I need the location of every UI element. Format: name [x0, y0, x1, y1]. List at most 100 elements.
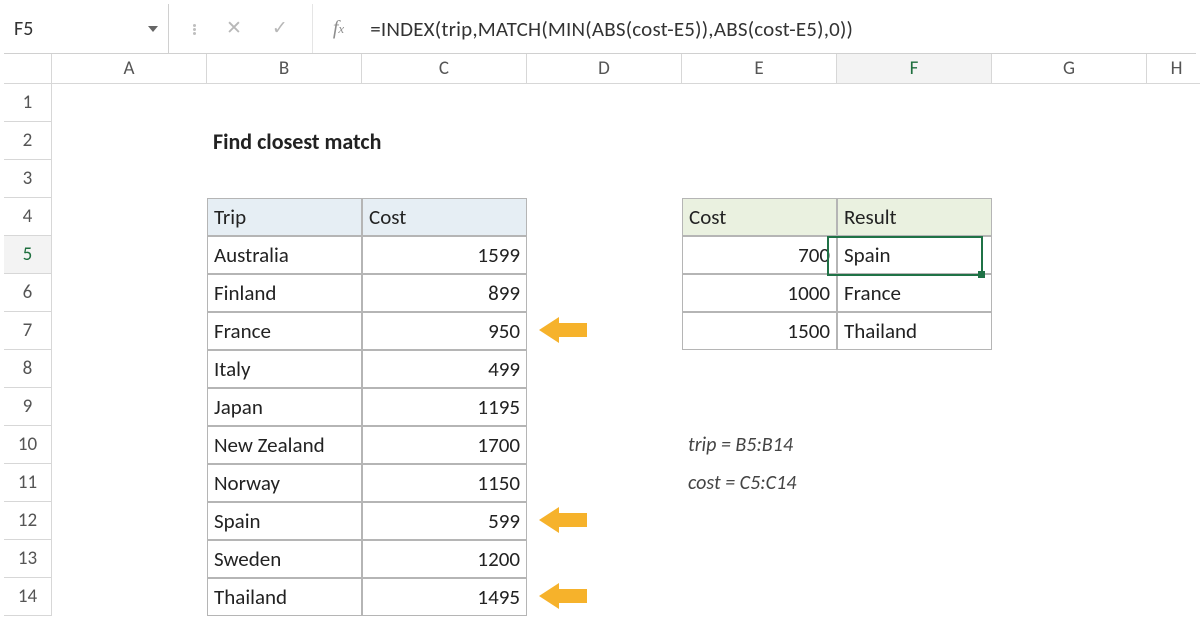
cell-D2[interactable]: [527, 122, 682, 160]
cell-E12[interactable]: [682, 502, 837, 540]
cell-D14[interactable]: [527, 578, 682, 616]
cell-A1[interactable]: [52, 84, 207, 122]
cell-H6[interactable]: [1147, 274, 1200, 312]
cell-A2[interactable]: [52, 122, 207, 160]
cell-C1[interactable]: [362, 84, 527, 122]
cell-H11[interactable]: [1147, 464, 1200, 502]
cell-H4[interactable]: [1147, 198, 1200, 236]
cell-H12[interactable]: [1147, 502, 1200, 540]
cell-G9[interactable]: [992, 388, 1147, 426]
cell-B6[interactable]: Finland: [207, 274, 362, 312]
cell-G12[interactable]: [992, 502, 1147, 540]
cell-G13[interactable]: [992, 540, 1147, 578]
col-header-C[interactable]: C: [362, 54, 527, 84]
cell-F12[interactable]: [837, 502, 992, 540]
cell-B2[interactable]: Find closest match: [207, 122, 362, 160]
cell-B7[interactable]: France: [207, 312, 362, 350]
cell-B5[interactable]: Australia: [207, 236, 362, 274]
cell-H7[interactable]: [1147, 312, 1200, 350]
row-header-13[interactable]: 13: [4, 540, 52, 578]
cell-E3[interactable]: [682, 160, 837, 198]
cell-C11[interactable]: 1150: [362, 464, 527, 502]
cell-E6[interactable]: 1000: [682, 274, 837, 312]
cell-F14[interactable]: [837, 578, 992, 616]
select-all-corner[interactable]: [4, 54, 52, 84]
cell-H1[interactable]: [1147, 84, 1200, 122]
cell-C9[interactable]: 1195: [362, 388, 527, 426]
cell-D3[interactable]: [527, 160, 682, 198]
cell-E11[interactable]: cost = C5:C14: [682, 464, 837, 502]
cell-E10[interactable]: trip = B5:B14: [682, 426, 837, 464]
name-box[interactable]: F5: [4, 4, 169, 53]
col-header-E[interactable]: E: [682, 54, 837, 84]
cell-G11[interactable]: [992, 464, 1147, 502]
cell-D5[interactable]: [527, 236, 682, 274]
cell-E5[interactable]: 700: [682, 236, 837, 274]
cell-D6[interactable]: [527, 274, 682, 312]
cell-C6[interactable]: 899: [362, 274, 527, 312]
col-header-B[interactable]: B: [207, 54, 362, 84]
cell-F10[interactable]: [837, 426, 992, 464]
cell-F11[interactable]: [837, 464, 992, 502]
cell-F2[interactable]: [837, 122, 992, 160]
cell-F9[interactable]: [837, 388, 992, 426]
cell-D11[interactable]: [527, 464, 682, 502]
cell-G8[interactable]: [992, 350, 1147, 388]
row-header-6[interactable]: 6: [4, 274, 52, 312]
row-header-2[interactable]: 2: [4, 122, 52, 160]
row-header-14[interactable]: 14: [4, 578, 52, 616]
cell-A8[interactable]: [52, 350, 207, 388]
cell-F13[interactable]: [837, 540, 992, 578]
row-header-11[interactable]: 11: [4, 464, 52, 502]
cell-G6[interactable]: [992, 274, 1147, 312]
cancel-icon[interactable]: ✕: [226, 17, 242, 40]
cell-C3[interactable]: [362, 160, 527, 198]
confirm-icon[interactable]: ✓: [272, 17, 288, 40]
cell-A11[interactable]: [52, 464, 207, 502]
cell-A12[interactable]: [52, 502, 207, 540]
cell-F1[interactable]: [837, 84, 992, 122]
cell-G1[interactable]: [992, 84, 1147, 122]
cell-H8[interactable]: [1147, 350, 1200, 388]
cell-B4[interactable]: Trip: [207, 198, 362, 236]
cell-B9[interactable]: Japan: [207, 388, 362, 426]
cell-H10[interactable]: [1147, 426, 1200, 464]
cell-F7[interactable]: Thailand: [837, 312, 992, 350]
cell-A5[interactable]: [52, 236, 207, 274]
cell-H3[interactable]: [1147, 160, 1200, 198]
cell-F6[interactable]: France: [837, 274, 992, 312]
cell-C14[interactable]: 1495: [362, 578, 527, 616]
cell-G2[interactable]: [992, 122, 1147, 160]
cell-C7[interactable]: 950: [362, 312, 527, 350]
cell-E1[interactable]: [682, 84, 837, 122]
row-header-3[interactable]: 3: [4, 160, 52, 198]
drag-handle-icon[interactable]: [193, 22, 196, 35]
cell-F8[interactable]: [837, 350, 992, 388]
cell-B13[interactable]: Sweden: [207, 540, 362, 578]
cell-D12[interactable]: [527, 502, 682, 540]
cell-H14[interactable]: [1147, 578, 1200, 616]
cell-B10[interactable]: New Zealand: [207, 426, 362, 464]
cell-G5[interactable]: [992, 236, 1147, 274]
cell-A3[interactable]: [52, 160, 207, 198]
row-header-7[interactable]: 7: [4, 312, 52, 350]
cell-A4[interactable]: [52, 198, 207, 236]
cell-H2[interactable]: [1147, 122, 1200, 160]
cell-D10[interactable]: [527, 426, 682, 464]
fx-icon[interactable]: fx: [313, 4, 360, 53]
row-header-5[interactable]: 5: [4, 236, 52, 274]
cell-C13[interactable]: 1200: [362, 540, 527, 578]
cell-D7[interactable]: [527, 312, 682, 350]
cell-A6[interactable]: [52, 274, 207, 312]
row-header-8[interactable]: 8: [4, 350, 52, 388]
cell-C10[interactable]: 1700: [362, 426, 527, 464]
cell-B3[interactable]: [207, 160, 362, 198]
cell-C4[interactable]: Cost: [362, 198, 527, 236]
cell-G4[interactable]: [992, 198, 1147, 236]
cell-C5[interactable]: 1599: [362, 236, 527, 274]
chevron-down-icon[interactable]: [148, 26, 158, 32]
col-header-A[interactable]: A: [52, 54, 207, 84]
spreadsheet-grid[interactable]: A B C D E F G H 1 2 Find closest match 3…: [4, 54, 1196, 616]
cell-H13[interactable]: [1147, 540, 1200, 578]
cell-D13[interactable]: [527, 540, 682, 578]
